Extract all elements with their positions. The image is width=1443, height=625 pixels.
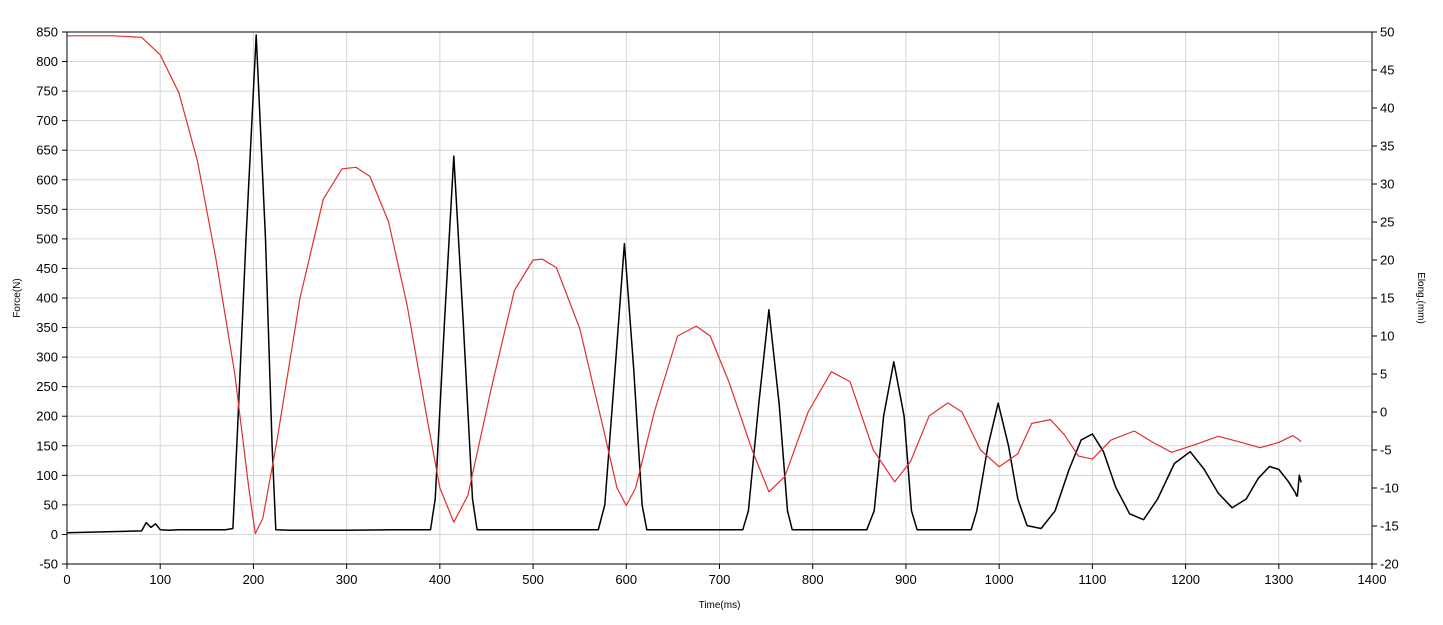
y-left-tick-label: 200 bbox=[36, 409, 58, 424]
x-tick-label: 1400 bbox=[1358, 572, 1387, 587]
y-left-tick-label: 850 bbox=[36, 25, 58, 40]
y-right-tick-label: 40 bbox=[1380, 101, 1394, 116]
y-axis-right: -20 -15 -10 -5 0 5 10 15 20 25 30 35 40 45 50 bbox=[1372, 25, 1399, 572]
y-right-tick-label: 35 bbox=[1380, 139, 1394, 154]
x-tick-label: 1100 bbox=[1078, 572, 1106, 587]
y-right-tick-label: -15 bbox=[1380, 519, 1399, 534]
y-left-tick-label: 800 bbox=[36, 54, 58, 69]
y-right-tick-label: 10 bbox=[1380, 329, 1394, 344]
x-tick-label: 1200 bbox=[1171, 572, 1200, 587]
series-layer bbox=[66, 34, 1302, 535]
grid bbox=[67, 32, 1372, 564]
y-left-tick-label: 600 bbox=[36, 172, 58, 187]
y-left-tick-label: 300 bbox=[36, 350, 58, 365]
x-tick-label: 1300 bbox=[1264, 572, 1293, 587]
x-tick-label: 900 bbox=[895, 572, 917, 587]
y-right-tick-label: 0 bbox=[1380, 405, 1387, 420]
y-left-tick-label: 550 bbox=[36, 202, 58, 217]
x-tick-label: 1000 bbox=[985, 572, 1014, 587]
y-left-tick-label: 100 bbox=[36, 468, 58, 483]
chart-canvas: 0 100 200 300 400 500 600 700 800 900 1000 1100 1200… bbox=[12, 25, 1426, 612]
y-left-tick-label: 0 bbox=[51, 527, 58, 542]
y-right-tick-label: 25 bbox=[1380, 215, 1394, 230]
y-left-tick-label: 250 bbox=[36, 379, 58, 394]
y-left-tick-label: 150 bbox=[36, 438, 58, 453]
x-tick-label: 400 bbox=[429, 572, 451, 587]
y-left-tick-label: 650 bbox=[36, 143, 58, 158]
x-axis-title: Time(ms) bbox=[699, 600, 741, 611]
y-right-tick-label: 5 bbox=[1380, 367, 1387, 382]
y-right-tick-label: 20 bbox=[1380, 253, 1394, 268]
y-right-tick-label: -20 bbox=[1380, 557, 1399, 572]
y-axis-right-title: Elong.(mm) bbox=[1415, 272, 1426, 324]
y-left-tick-label: 350 bbox=[36, 320, 58, 335]
y-left-tick-label: 450 bbox=[36, 261, 58, 276]
dual-axis-line-chart: 0 100 200 300 400 500 600 700 800 900 1000 1100 1200… bbox=[0, 0, 1443, 625]
y-axis-left: -50 0 50 100 150 200 250 300 350 400 450 500 550 600 6… bbox=[36, 25, 67, 572]
x-tick-label: 700 bbox=[709, 572, 731, 587]
x-tick-label: 100 bbox=[149, 572, 171, 587]
x-tick-label: 300 bbox=[336, 572, 358, 587]
y-left-tick-label: 700 bbox=[36, 113, 58, 128]
x-tick-label: 200 bbox=[243, 572, 265, 587]
x-tick-label: 600 bbox=[615, 572, 637, 587]
y-left-tick-label: 750 bbox=[36, 84, 58, 99]
y-left-tick-label: 500 bbox=[36, 231, 58, 246]
y-right-tick-label: 30 bbox=[1380, 177, 1394, 192]
y-left-tick-label: 50 bbox=[44, 497, 58, 512]
x-tick-label: 800 bbox=[802, 572, 824, 587]
y-right-tick-label: 50 bbox=[1380, 25, 1394, 40]
x-tick-label: 500 bbox=[522, 572, 544, 587]
y-left-tick-label: 400 bbox=[36, 291, 58, 306]
y-right-tick-label: 45 bbox=[1380, 63, 1394, 78]
x-tick-label: 0 bbox=[63, 572, 70, 587]
y-right-tick-label: -5 bbox=[1380, 443, 1392, 458]
series-line-force bbox=[66, 34, 1302, 534]
x-axis: 0 100 200 300 400 500 600 700 800 900 1000 1100 1200… bbox=[63, 564, 1386, 587]
y-left-tick-label: -50 bbox=[39, 557, 58, 572]
y-right-tick-label: 15 bbox=[1380, 291, 1394, 306]
y-axis-left-title: Force(N) bbox=[12, 278, 23, 317]
y-right-tick-label: -10 bbox=[1380, 481, 1399, 496]
